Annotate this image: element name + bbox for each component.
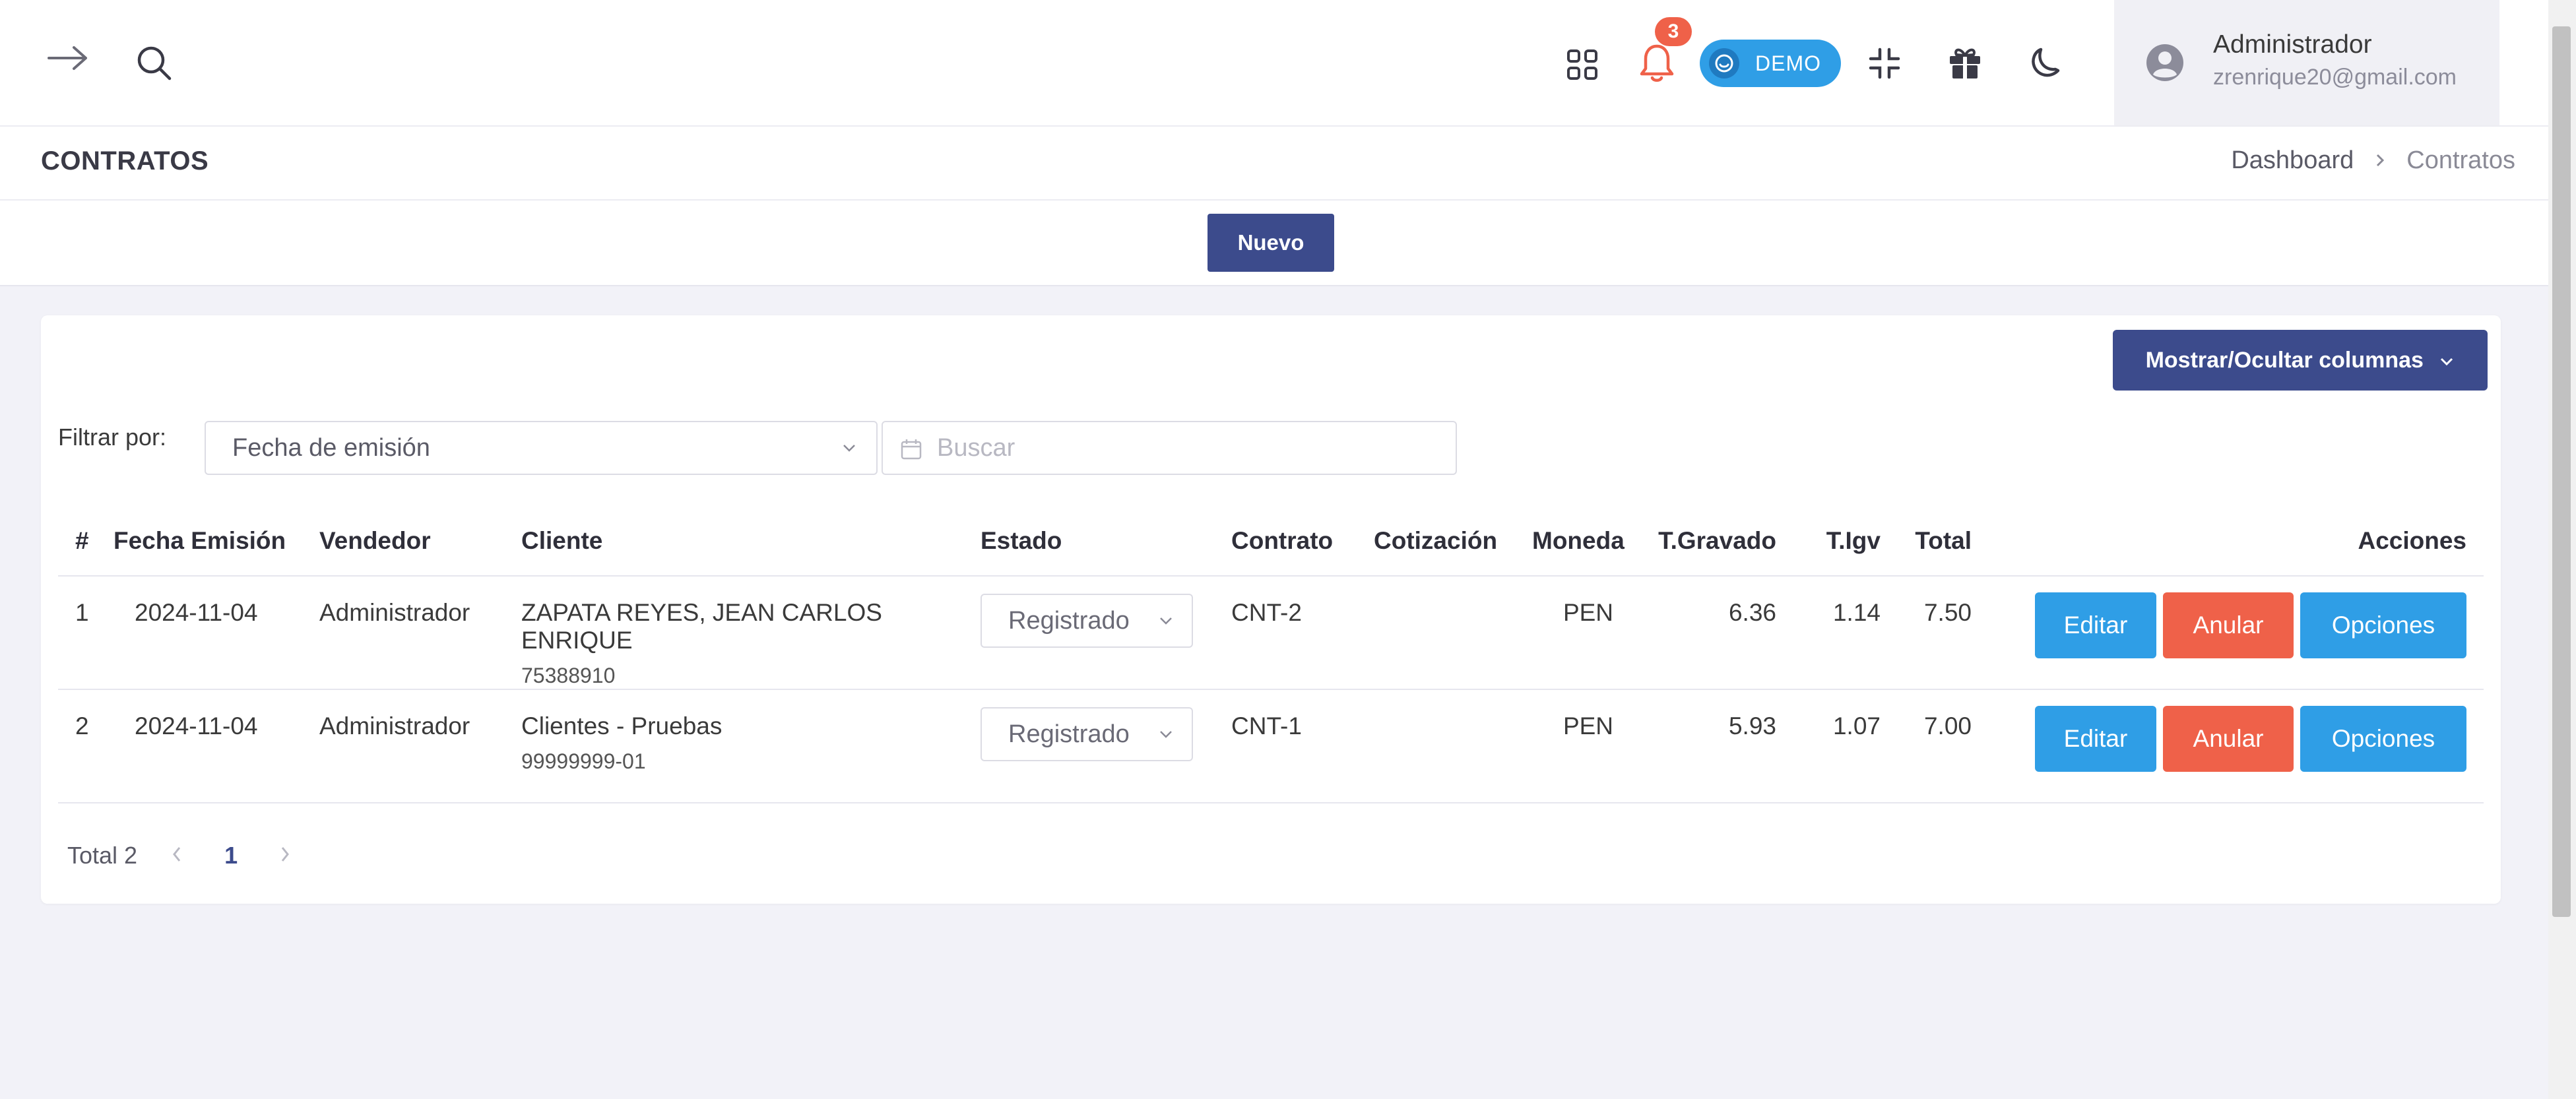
search-input[interactable] xyxy=(882,421,1457,475)
chevron-down-icon xyxy=(1160,617,1172,625)
row-igv: 1.14 xyxy=(1803,576,1894,690)
cliente-doc: 99999999-01 xyxy=(521,749,646,773)
row-moneda: PEN xyxy=(1532,576,1644,690)
moon-icon[interactable] xyxy=(2026,41,2068,83)
row-gravado: 5.93 xyxy=(1644,689,1803,803)
calendar-icon xyxy=(901,439,922,460)
row-number: 2 xyxy=(58,689,113,803)
col-number[interactable]: # xyxy=(58,507,113,577)
cliente-name: Clientes - Pruebas xyxy=(521,712,723,739)
cliente-doc: 75388910 xyxy=(521,664,616,687)
page-scrollbar[interactable] xyxy=(2548,0,2576,1099)
breadcrumb-contratos: Contratos xyxy=(2406,146,2515,174)
table-header-row: # Fecha Emisión Vendedor Cliente Estado … xyxy=(58,507,2484,577)
user-circle-icon xyxy=(2144,42,2185,83)
row-cliente: ZAPATA REYES, JEAN CARLOS ENRIQUE 753889… xyxy=(521,576,981,690)
col-contrato[interactable]: Contrato xyxy=(1231,507,1374,577)
bell-icon[interactable] xyxy=(1635,40,1679,86)
next-page-icon[interactable] xyxy=(278,842,292,869)
filter-by-select[interactable]: Fecha de emisión xyxy=(205,421,878,475)
row-cotizacion xyxy=(1374,576,1532,690)
top-header: 3 DEMO Administrador zrenrique20@gmail.c… xyxy=(0,0,2548,127)
row-vendedor: Administrador xyxy=(319,689,521,803)
row-estado: Registrado xyxy=(981,689,1231,803)
chevron-down-icon xyxy=(843,445,855,452)
notification-count-badge: 3 xyxy=(1655,17,1692,46)
col-t-igv[interactable]: T.Igv xyxy=(1803,507,1894,577)
filter-label: Filtrar por: xyxy=(58,424,167,451)
user-email: zrenrique20@gmail.com xyxy=(2213,65,2457,90)
action-bar: Nuevo xyxy=(0,201,2548,286)
toggle-columns-button[interactable]: Mostrar/Ocultar columnas xyxy=(2113,330,2488,391)
edit-button[interactable]: Editar xyxy=(2035,592,2156,658)
contracts-table: # Fecha Emisión Vendedor Cliente Estado … xyxy=(58,507,2484,803)
row-cliente: Clientes - Pruebas 99999999-01 xyxy=(521,689,981,803)
compress-icon[interactable] xyxy=(1865,44,1904,83)
estado-value: Registrado xyxy=(1008,720,1130,748)
gift-icon[interactable] xyxy=(1944,41,1986,83)
row-acciones: Editar Anular Opciones xyxy=(1989,576,2484,690)
row-moneda: PEN xyxy=(1532,689,1644,803)
new-contract-button[interactable]: Nuevo xyxy=(1208,214,1334,272)
pagination: Total 2 1 xyxy=(67,842,292,869)
chevron-down-icon xyxy=(2441,358,2453,365)
estado-value: Registrado xyxy=(1008,607,1130,635)
cliente-name: ZAPATA REYES, JEAN CARLOS ENRIQUE xyxy=(521,599,882,654)
table-row: 1 2024-11-04 Administrador ZAPATA REYES,… xyxy=(58,576,2484,690)
col-acciones[interactable]: Acciones xyxy=(1989,507,2484,577)
demo-mode-toggle[interactable]: DEMO xyxy=(1700,40,1841,87)
prev-page-icon[interactable] xyxy=(164,842,190,869)
apps-grid-icon[interactable] xyxy=(1561,44,1603,86)
void-button[interactable]: Anular xyxy=(2163,592,2294,658)
breadcrumb-dashboard[interactable]: Dashboard xyxy=(2231,146,2354,175)
pagination-total: Total 2 xyxy=(67,842,138,869)
row-total: 7.00 xyxy=(1894,689,1989,803)
col-vendedor[interactable]: Vendedor xyxy=(319,507,521,577)
col-total[interactable]: Total xyxy=(1894,507,1989,577)
smile-icon xyxy=(1709,48,1739,78)
edit-button[interactable]: Editar xyxy=(2035,706,2156,772)
toggle-columns-label: Mostrar/Ocultar columnas xyxy=(2145,347,2424,373)
row-contrato: CNT-2 xyxy=(1231,576,1374,690)
row-fecha: 2024-11-04 xyxy=(113,576,319,690)
estado-select[interactable]: Registrado xyxy=(981,707,1193,761)
col-t-gravado[interactable]: T.Gravado xyxy=(1644,507,1803,577)
demo-label: DEMO xyxy=(1755,51,1821,75)
row-acciones: Editar Anular Opciones xyxy=(1989,689,2484,803)
user-menu[interactable]: Administrador zrenrique20@gmail.com xyxy=(2114,0,2499,125)
row-vendedor: Administrador xyxy=(319,576,521,690)
scrollbar-thumb[interactable] xyxy=(2552,26,2571,917)
row-number: 1 xyxy=(58,576,113,690)
options-button[interactable]: Opciones xyxy=(2300,592,2466,658)
page-number-current[interactable]: 1 xyxy=(224,842,238,869)
void-button[interactable]: Anular xyxy=(2163,706,2294,772)
col-cotizacion[interactable]: Cotización xyxy=(1374,507,1532,577)
breadcrumb: Dashboard Contratos xyxy=(2231,146,2515,175)
estado-select[interactable]: Registrado xyxy=(981,594,1193,648)
row-contrato: CNT-1 xyxy=(1231,689,1374,803)
row-gravado: 6.36 xyxy=(1644,576,1803,690)
table-row: 2 2024-11-04 Administrador Clientes - Pr… xyxy=(58,689,2484,803)
col-cliente[interactable]: Cliente xyxy=(521,507,981,577)
options-button[interactable]: Opciones xyxy=(2300,706,2466,772)
row-total: 7.50 xyxy=(1894,576,1989,690)
row-igv: 1.07 xyxy=(1803,689,1894,803)
row-cotizacion xyxy=(1374,689,1532,803)
page-title-bar: CONTRATOS Dashboard Contratos xyxy=(0,127,2548,201)
arrow-right-icon[interactable] xyxy=(44,40,92,77)
col-moneda[interactable]: Moneda xyxy=(1532,507,1644,577)
col-estado[interactable]: Estado xyxy=(981,507,1231,577)
col-fecha-emision[interactable]: Fecha Emisión xyxy=(113,507,319,577)
user-name: Administrador xyxy=(2213,30,2372,59)
row-fecha: 2024-11-04 xyxy=(113,689,319,803)
chevron-down-icon xyxy=(1160,731,1172,738)
search-icon[interactable] xyxy=(132,41,176,84)
filter-by-value: Fecha de emisión xyxy=(232,434,430,462)
row-estado: Registrado xyxy=(981,576,1231,690)
page-title: CONTRATOS xyxy=(41,146,209,175)
contracts-card: Mostrar/Ocultar columnas Filtrar por: Fe… xyxy=(41,315,2501,904)
chevron-right-icon xyxy=(2373,146,2387,175)
